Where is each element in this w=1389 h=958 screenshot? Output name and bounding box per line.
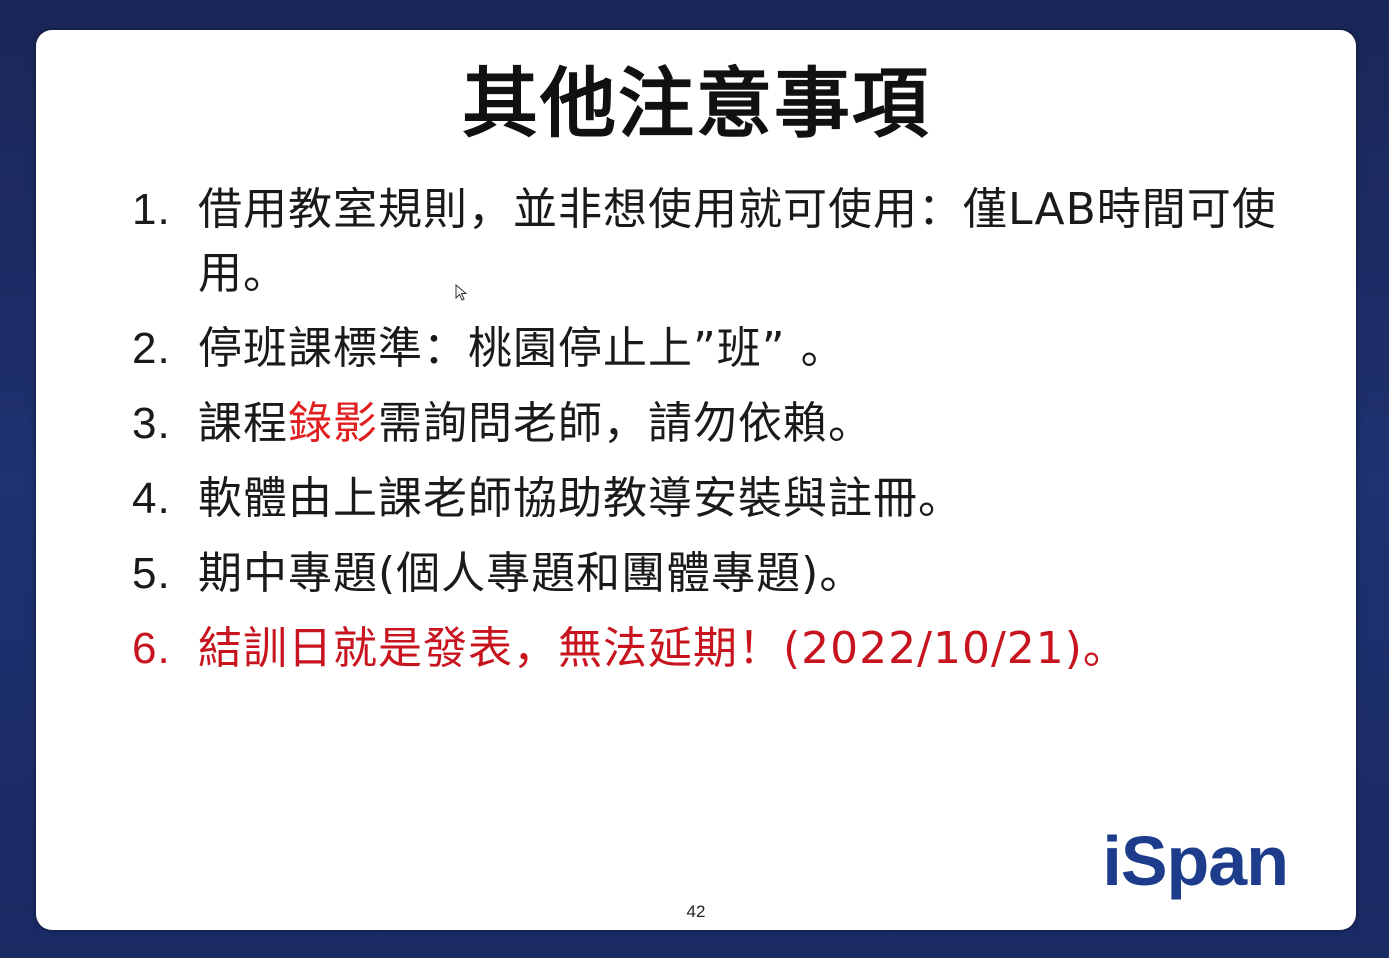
- item-number: 1.: [132, 185, 171, 234]
- item-number: 6.: [132, 624, 171, 673]
- mouse-cursor-icon: [455, 284, 468, 301]
- item-text: 課程錄影需詢問老師，請勿依賴。: [198, 392, 1312, 456]
- item-text: 停班課標準：桃園停止上”班” 。: [198, 323, 846, 374]
- item-number: 5.: [132, 549, 171, 598]
- item-text: 借用教室規則，並非想使用就可使用：僅LAB時間可使用。: [198, 184, 1277, 299]
- list-item: 1. 借用教室規則，並非想使用就可使用：僅LAB時間可使用。: [132, 178, 1312, 306]
- item-text-after: 需詢問老師，請勿依賴。: [378, 398, 873, 449]
- item-text: 結訓日就是發表，無法延期！(2022/10/21)。: [198, 623, 1128, 674]
- item-text: 期中專題(個人專題和團體專題)。: [198, 548, 865, 599]
- ispan-logo: iSpan: [1102, 822, 1289, 900]
- list-item: 5. 期中專題(個人專題和團體專題)。: [132, 542, 1312, 606]
- item-text-before: 課程: [198, 398, 288, 449]
- list-item: 4. 軟體由上課老師協助教導安裝與註冊。: [132, 467, 1312, 531]
- presentation-background: 其他注意事項 1. 借用教室規則，並非想使用就可使用：僅LAB時間可使用。 2.…: [0, 0, 1389, 958]
- notes-list: 1. 借用教室規則，並非想使用就可使用：僅LAB時間可使用。 2. 停班課標準：…: [132, 178, 1312, 692]
- item-text-highlight: 錄影: [288, 398, 378, 449]
- list-item: 3. 課程錄影需詢問老師，請勿依賴。: [132, 392, 1312, 456]
- item-number: 4.: [132, 474, 171, 523]
- item-number: 3.: [132, 399, 171, 448]
- slide: 其他注意事項 1. 借用教室規則，並非想使用就可使用：僅LAB時間可使用。 2.…: [36, 30, 1356, 930]
- list-item: 2. 停班課標準：桃園停止上”班” 。: [132, 317, 1312, 381]
- item-text: 軟體由上課老師協助教導安裝與註冊。: [198, 473, 963, 524]
- item-number: 2.: [132, 324, 171, 373]
- page-number: 42: [686, 902, 706, 921]
- slide-title: 其他注意事項: [462, 59, 930, 148]
- list-item-highlight: 6. 結訓日就是發表，無法延期！(2022/10/21)。: [132, 617, 1312, 681]
